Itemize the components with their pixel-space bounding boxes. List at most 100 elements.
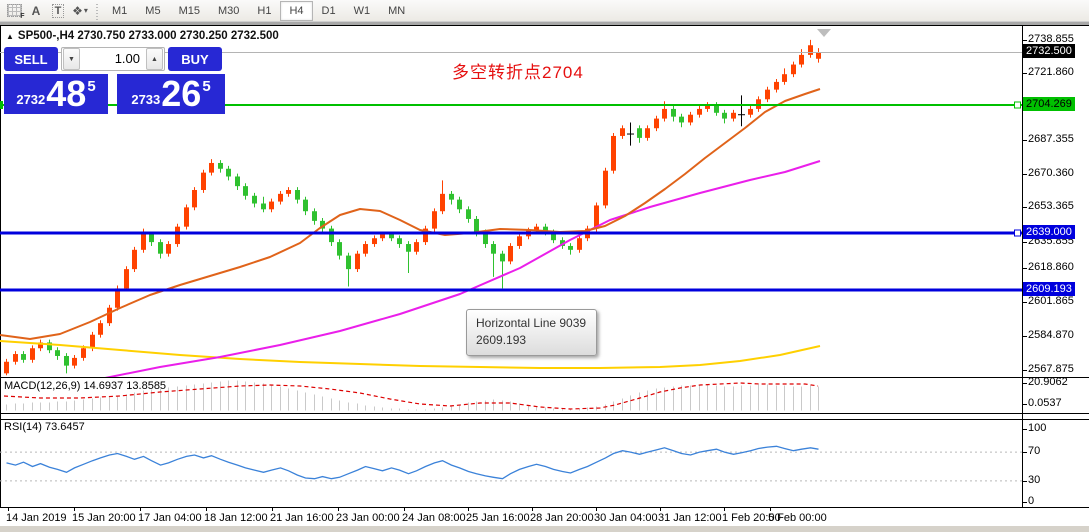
- price-axis-label: 100: [1028, 422, 1047, 434]
- price-axis-label: 2601.865: [1028, 295, 1074, 307]
- sell-button[interactable]: SELL: [4, 47, 58, 71]
- time-axis[interactable]: 14 Jan 2019 15 Jan 20:00 17 Jan 04:00 18 Ja…: [0, 507, 1022, 526]
- timeframe-button-M30[interactable]: M30: [209, 1, 248, 21]
- time-axis-tick: [660, 507, 661, 511]
- axis-tick: [1022, 207, 1027, 208]
- time-axis-label: 18 Jan 12:00: [204, 512, 268, 524]
- axis-tick: [1022, 502, 1027, 503]
- price-axis-label: 30: [1028, 474, 1041, 486]
- window-bottom-edge: [0, 526, 1089, 532]
- text-tool-button[interactable]: T: [47, 1, 69, 21]
- sell-price-fraction: 5: [87, 78, 96, 95]
- timeframe-button-MN[interactable]: MN: [379, 1, 414, 21]
- volume-input[interactable]: 1.00: [81, 48, 145, 70]
- time-axis-tick: [596, 507, 597, 511]
- ma_fast-line: [0, 88, 821, 340]
- price-axis-label: 0: [1028, 495, 1035, 507]
- time-axis-tick: [8, 507, 9, 511]
- axis-tick: [1022, 481, 1027, 482]
- ohlc-readout: SP500-,H4 2730.750 2733.000 2730.250 273…: [17, 30, 279, 42]
- axis-tick: [1022, 40, 1027, 41]
- time-axis-label: 5 Feb 00:00: [768, 512, 827, 524]
- timeframe-button-D1[interactable]: D1: [313, 1, 345, 21]
- time-axis-label: 15 Jan 20:00: [72, 512, 136, 524]
- time-axis-tick: [404, 507, 405, 511]
- timeframe-button-H1[interactable]: H1: [248, 1, 280, 21]
- time-axis-tick: [468, 507, 469, 511]
- toolbar-separator: [96, 1, 98, 20]
- timeframe-buttons: M1 M5 M15 M30 H1 H4 D1 W1 MN: [103, 0, 414, 21]
- rsi-line: [6, 445, 819, 480]
- price-axis-label: 2687.355: [1028, 133, 1074, 145]
- time-axis-tick: [140, 507, 141, 511]
- time-axis-tick: [74, 507, 75, 511]
- price-axis-label: 20.9062: [1028, 376, 1068, 388]
- tooltip-object-value: 2609.193: [476, 333, 527, 347]
- volume-stepper: ▼ 1.00 ▲: [61, 47, 165, 71]
- price-axis-label: 2670.360: [1028, 167, 1074, 179]
- object-tooltip: Horizontal Line 9039 2609.193: [466, 309, 598, 356]
- line-price-label: 2704.269: [1023, 97, 1075, 111]
- axis-tick: [1022, 73, 1027, 74]
- timeframe-button-W1[interactable]: W1: [345, 1, 380, 21]
- buy-price-big-figure: 2733: [131, 92, 161, 107]
- templates-button[interactable]: F: [3, 1, 25, 21]
- rsi-panel[interactable]: [0, 420, 1022, 507]
- axis-tick: [1022, 140, 1027, 141]
- price-axis-label: 0.0537: [1028, 397, 1062, 409]
- axis-tick: [1022, 404, 1027, 405]
- time-axis-label: 25 Jan 16:00: [466, 512, 530, 524]
- axis-tick: [1022, 336, 1027, 337]
- buy-price-display[interactable]: 2733 26 5: [117, 74, 225, 114]
- timeframe-button-M5[interactable]: M5: [136, 1, 169, 21]
- time-axis-tick: [338, 507, 339, 511]
- axis-tick: [1022, 452, 1027, 453]
- price-axis-label: 2653.365: [1028, 200, 1074, 212]
- collapse-icon[interactable]: ▲: [6, 32, 14, 41]
- axis-tick: [1022, 242, 1027, 243]
- ma_long-line: [0, 340, 821, 369]
- time-axis-label: 30 Jan 04:00: [594, 512, 658, 524]
- axis-tick: [1022, 302, 1027, 303]
- timeframe-button-M15[interactable]: M15: [170, 1, 209, 21]
- axis-tick: [1022, 383, 1027, 384]
- timeframe-button-H4[interactable]: H4: [280, 0, 313, 21]
- one-click-trading-panel: SELL ▼ 1.00 ▲ BUY 2732 48 5 2733 26 5: [4, 46, 225, 114]
- volume-decrease-button[interactable]: ▼: [63, 48, 80, 70]
- macd-label: MACD(12,26,9) 14.6937 13.8585: [4, 380, 167, 392]
- line-handle[interactable]: [1014, 229, 1021, 237]
- time-axis-tick: [724, 507, 725, 511]
- price-axis-label: 2567.875: [1028, 363, 1074, 375]
- arrows-icon: ❖: [72, 3, 83, 18]
- chart-title: ▲ SP500-,H4 2730.750 2733.000 2730.250 2…: [6, 30, 279, 42]
- sell-price-pips: 48: [46, 73, 87, 114]
- toolbar: F A T ❖ ▾ M1 M5 M15 M30 H1 H4 D1 W1 MN: [0, 0, 1089, 22]
- time-axis-label: 28 Jan 20:00: [530, 512, 594, 524]
- chevron-down-icon: ▾: [83, 6, 88, 15]
- ma_slow-line: [104, 160, 821, 377]
- macd-bottom-border[interactable]: [0, 413, 1089, 414]
- scroll-to-end-marker[interactable]: [817, 29, 831, 37]
- price-axis-label: 2721.860: [1028, 66, 1074, 78]
- axis-tick: [1022, 174, 1027, 175]
- time-axis-tick: [770, 507, 771, 511]
- text-label-button[interactable]: A: [25, 1, 47, 21]
- timeframe-button-M1[interactable]: M1: [103, 1, 136, 21]
- time-axis-tick: [532, 507, 533, 511]
- rsi-label: RSI(14) 73.6457: [4, 421, 85, 433]
- volume-increase-button[interactable]: ▲: [146, 48, 163, 70]
- price-axis-label: 2618.860: [1028, 261, 1074, 273]
- sell-price-display[interactable]: 2732 48 5: [4, 74, 108, 114]
- grid-template-icon: F: [6, 4, 25, 20]
- trading-terminal-window: F A T ❖ ▾ M1 M5 M15 M30 H1 H4 D1 W1 MN ▲ SP500-,…: [0, 0, 1089, 532]
- time-axis-tick: [272, 507, 273, 511]
- line-handle[interactable]: [1014, 101, 1021, 109]
- time-axis-label: 21 Jan 16:00: [270, 512, 334, 524]
- arrows-tool-button[interactable]: ❖ ▾: [69, 1, 91, 21]
- time-axis-tick: [206, 507, 207, 511]
- time-axis-label: 24 Jan 08:00: [402, 512, 466, 524]
- tooltip-object-name: Horizontal Line 9039: [476, 316, 587, 330]
- line-price-label: 2639.000: [1023, 225, 1075, 239]
- axis-tick: [1022, 429, 1027, 430]
- buy-button[interactable]: BUY: [168, 47, 222, 71]
